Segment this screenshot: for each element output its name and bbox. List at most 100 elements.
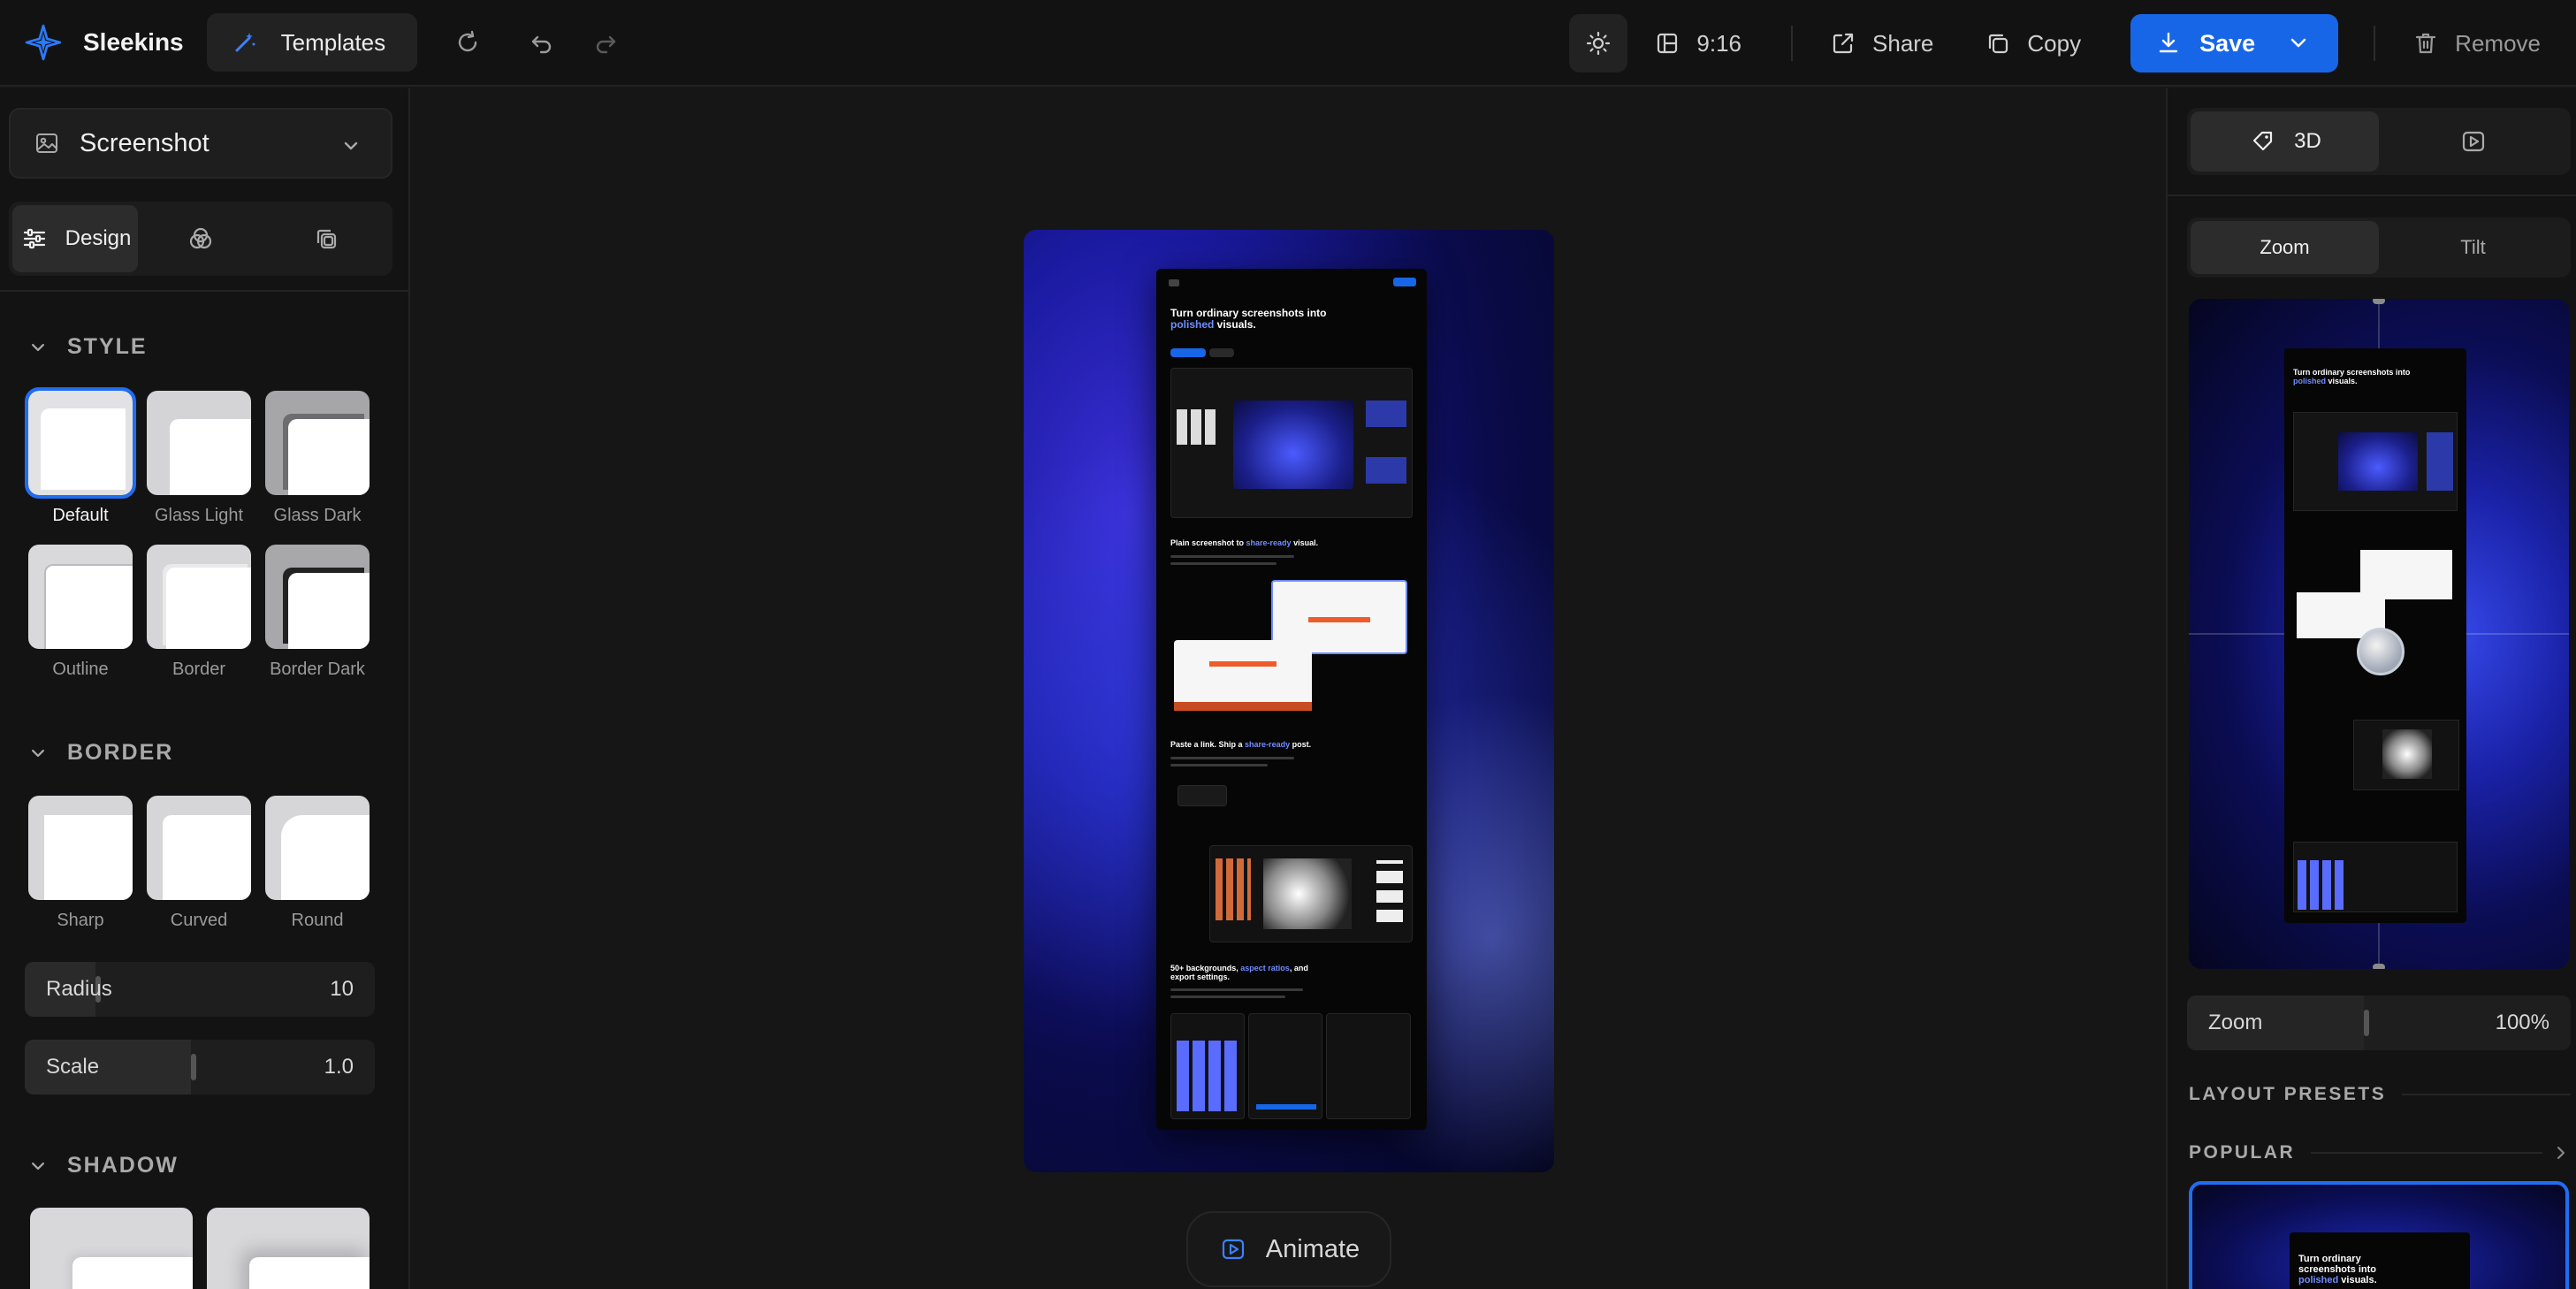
templates-label: Templates <box>280 28 386 56</box>
sun-icon <box>1583 28 1613 58</box>
preview-nav <box>1169 276 1416 292</box>
screenshot-preview[interactable]: Turn ordinary screenshots into polished … <box>1156 269 1427 1130</box>
style-grid: Default Glass Light Glass Dark Outline B… <box>25 387 370 683</box>
undo-icon[interactable] <box>527 27 557 57</box>
3d-rotate-knob[interactable] <box>2357 628 2405 675</box>
tab-design-label: Design <box>65 226 132 250</box>
preview-heading: Plain screenshot to share-ready visual. <box>1170 538 1319 547</box>
templates-button[interactable]: Templates <box>206 13 418 72</box>
mini-heading: Turn ordinary screenshots into polished … <box>2293 368 2411 385</box>
asset-type-select[interactable]: Screenshot <box>9 108 392 179</box>
layout-presets-header: LAYOUT PRESETS <box>2189 1084 2571 1105</box>
left-panel-tabs: Design <box>9 202 392 276</box>
save-label: Save <box>2199 29 2256 57</box>
style-outline[interactable]: Outline <box>28 545 133 683</box>
scale-slider[interactable]: Scale 1.0 <box>25 1040 375 1095</box>
chevron-down-icon[interactable] <box>2283 28 2313 58</box>
share-label: Share <box>1872 29 1934 57</box>
share-icon <box>1828 28 1858 58</box>
app-name: Sleekins <box>83 28 184 56</box>
panel-divider <box>2168 194 2576 196</box>
style-section-title: STYLE <box>67 334 148 359</box>
canvas-area: Turn ordinary screenshots into polished … <box>412 88 2166 1289</box>
copy-label: Copy <box>2027 29 2082 57</box>
border-label: Sharp <box>57 911 104 930</box>
app-logo[interactable] <box>25 24 62 61</box>
style-section-header[interactable]: STYLE <box>28 334 148 360</box>
left-sidebar: Screenshot Design STYLE Default Glass Li… <box>0 88 410 1289</box>
chevron-right-icon[interactable] <box>2551 1143 2571 1163</box>
theme-toggle-button[interactable] <box>1569 14 1628 72</box>
border-round[interactable]: Round <box>265 796 370 934</box>
download-icon <box>2153 28 2184 58</box>
layers-copy-icon <box>311 224 341 254</box>
border-section-header[interactable]: BORDER <box>28 740 173 766</box>
3d-preview[interactable]: Turn ordinary screenshots into polished … <box>2189 299 2569 969</box>
asset-type-label: Screenshot <box>80 128 210 157</box>
circles-blend-icon <box>186 224 216 254</box>
radius-label: Radius <box>46 977 112 1001</box>
zoom-value: 100% <box>2495 1011 2549 1034</box>
canvas-frame[interactable]: Turn ordinary screenshots into polished … <box>1024 230 1554 1172</box>
radius-slider[interactable]: Radius 10 <box>25 962 375 1017</box>
refresh-icon[interactable] <box>453 27 483 57</box>
layout-presets-title: LAYOUT PRESETS <box>2189 1084 2387 1104</box>
chevron-down-icon <box>28 744 48 763</box>
zoom-label: Zoom <box>2208 1011 2263 1034</box>
style-glass-light[interactable]: Glass Light <box>147 391 251 529</box>
style-default[interactable]: Default <box>25 387 136 529</box>
tab-video[interactable] <box>2379 111 2567 172</box>
copy-icon <box>1983 28 2013 58</box>
sidebar-divider <box>0 290 408 292</box>
preview-heading: Turn ordinary screenshots into polished … <box>1170 307 1327 331</box>
tab-design[interactable]: Design <box>12 205 138 272</box>
tab-layers[interactable] <box>263 205 389 272</box>
tab-3d-label: 3D <box>2294 129 2321 153</box>
save-button[interactable]: Save <box>2130 14 2339 72</box>
section-rule <box>2311 1152 2542 1154</box>
shadow-option[interactable] <box>30 1208 193 1289</box>
aspect-ratio-button[interactable]: 9:16 <box>1652 28 1741 58</box>
sliders-icon <box>19 224 50 254</box>
tab-zoom[interactable]: Zoom <box>2191 221 2379 274</box>
border-label: Curved <box>170 911 228 930</box>
border-sharp[interactable]: Sharp <box>28 796 133 934</box>
animate-button[interactable]: Animate <box>1186 1211 1391 1287</box>
style-label: Glass Dark <box>273 506 362 525</box>
shadow-option[interactable] <box>207 1208 370 1289</box>
chevron-down-icon <box>28 1156 48 1176</box>
chevron-down-icon <box>336 131 366 161</box>
magic-wand-icon <box>230 27 260 57</box>
top-handle[interactable] <box>2373 299 2385 304</box>
trash-icon <box>2411 28 2441 58</box>
shadow-section-header[interactable]: SHADOW <box>28 1153 179 1178</box>
scale-label: Scale <box>46 1055 100 1079</box>
aspect-ratio-label: 9:16 <box>1696 29 1742 57</box>
border-label: Round <box>291 911 344 930</box>
preview-app-mock <box>1170 368 1413 518</box>
border-curved[interactable]: Curved <box>147 796 251 934</box>
zoom-slider[interactable]: Zoom 100% <box>2187 995 2571 1050</box>
style-border[interactable]: Border <box>147 545 251 683</box>
share-button[interactable]: Share <box>1828 28 1933 58</box>
style-label: Border Dark <box>270 660 365 679</box>
right-panel: 3D Zoom Tilt Turn ordinary screenshots i… <box>2166 88 2576 1289</box>
style-glass-dark[interactable]: Glass Dark <box>265 391 370 529</box>
remove-label: Remove <box>2455 29 2541 57</box>
preview-card <box>1174 640 1312 711</box>
popular-header[interactable]: POPULAR <box>2189 1142 2571 1163</box>
bottom-handle[interactable] <box>2373 964 2385 969</box>
tab-effects[interactable] <box>138 205 263 272</box>
section-rule <box>2402 1094 2571 1095</box>
preset-card[interactable]: Turn ordinary screenshots into polished … <box>2189 1181 2569 1289</box>
preview-heading: 50+ backgrounds, aspect ratios, and expo… <box>1170 964 1308 981</box>
top-bar: Sleekins Templates 9:16 Share Copy Save … <box>0 0 2576 87</box>
remove-button[interactable]: Remove <box>2411 28 2541 58</box>
copy-button[interactable]: Copy <box>1983 28 2081 58</box>
style-border-dark[interactable]: Border Dark <box>265 545 370 683</box>
redo-icon[interactable] <box>591 27 621 57</box>
scale-slider-knob[interactable] <box>191 1054 196 1080</box>
zoom-slider-knob[interactable] <box>2364 1010 2369 1036</box>
tab-3d[interactable]: 3D <box>2191 111 2379 172</box>
tab-tilt[interactable]: Tilt <box>2379 221 2567 274</box>
